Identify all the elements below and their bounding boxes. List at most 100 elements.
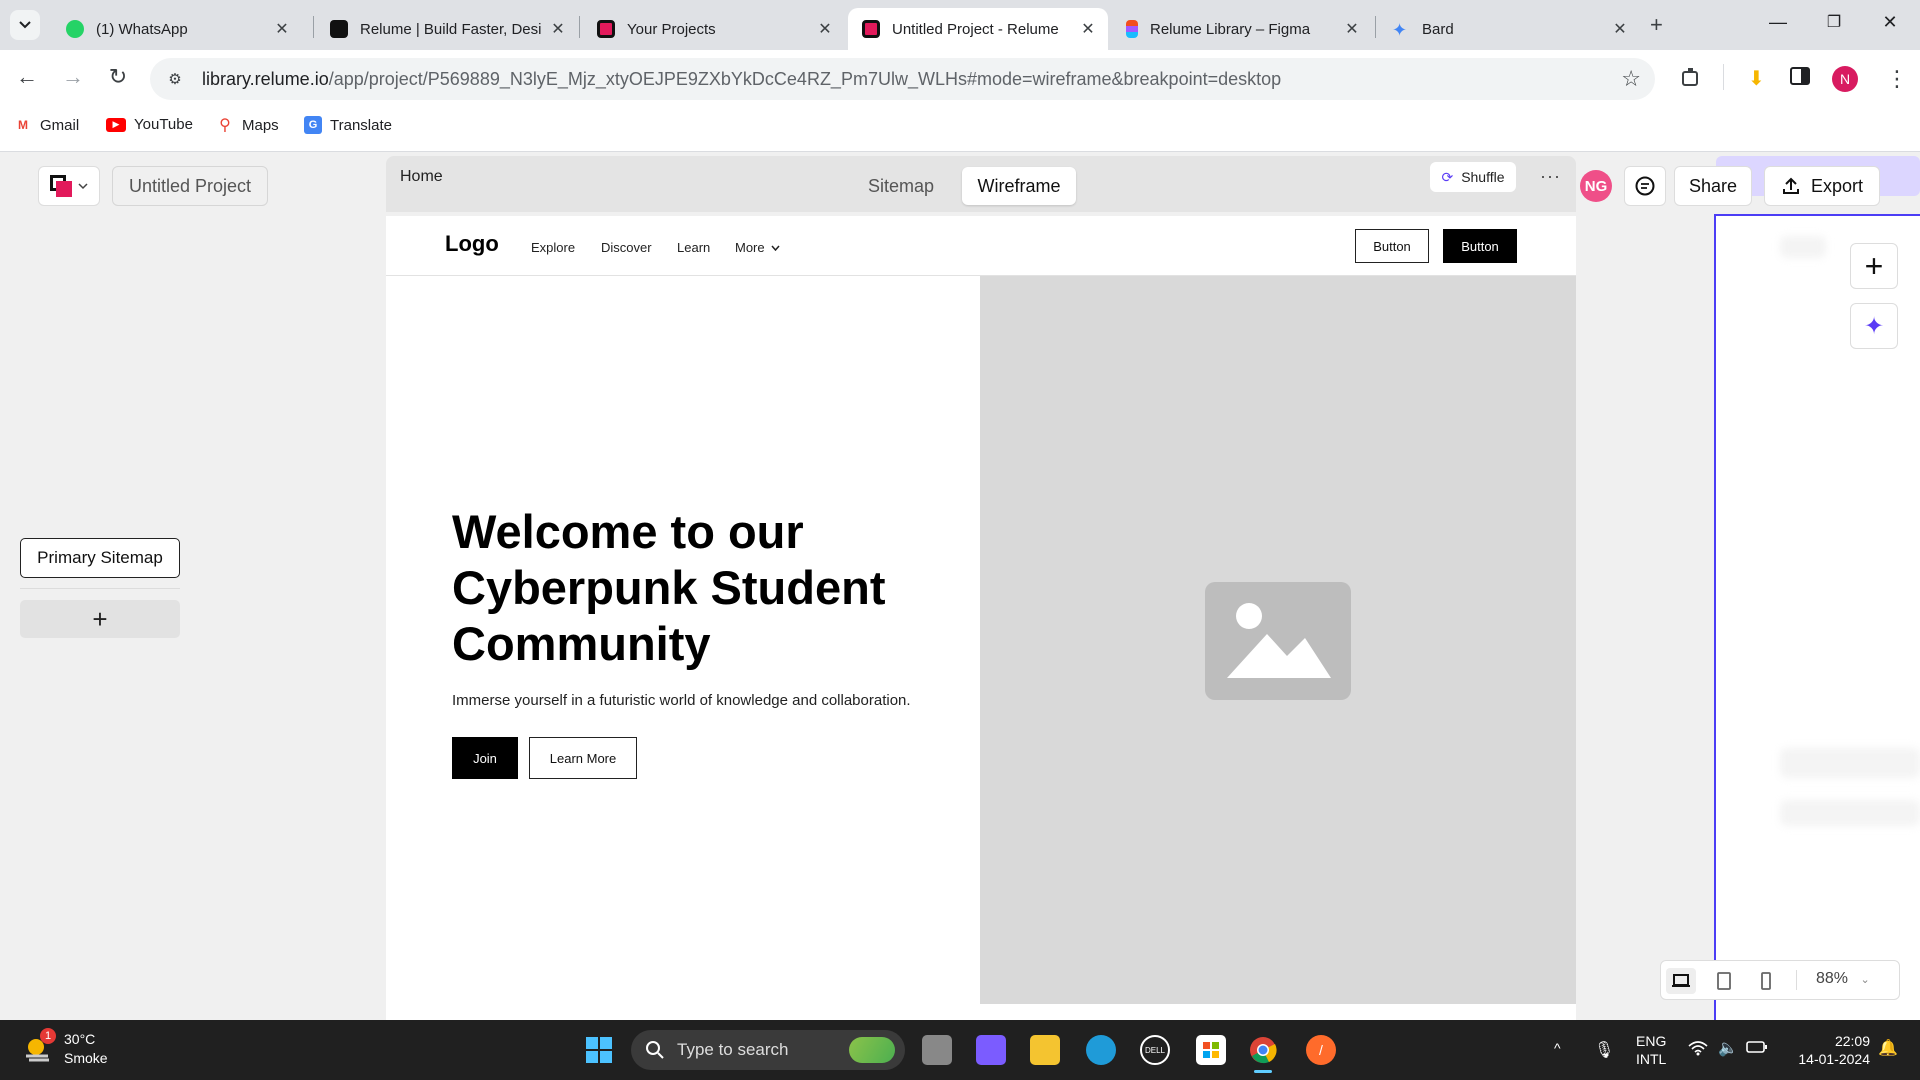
side-panel-icon[interactable] [1790,66,1810,92]
relume-icon [597,20,615,38]
share-button[interactable]: Share [1674,166,1752,206]
taskbar-search[interactable]: Type to search [631,1030,905,1070]
browser-tab[interactable]: ✦ Bard ✕ [1378,8,1640,50]
download-icon[interactable]: ⬇ [1748,66,1765,91]
close-icon[interactable]: ✕ [1610,19,1630,39]
back-icon[interactable]: ← [12,64,42,90]
microsoft-store-icon[interactable] [1196,1035,1226,1065]
dell-icon[interactable]: DELL [1140,1035,1170,1065]
tablet-breakpoint-icon[interactable] [1709,968,1739,994]
plus-icon: + [1864,247,1884,284]
teams-chat-icon[interactable] [976,1035,1006,1065]
file-explorer-icon[interactable] [1030,1035,1060,1065]
close-icon[interactable]: ✕ [1342,19,1362,39]
more-options-icon[interactable]: ··· [1540,166,1561,187]
wifi-icon[interactable] [1688,1040,1708,1059]
close-icon[interactable]: ✕ [815,19,835,39]
browser-tab[interactable]: (1) WhatsApp ✕ [52,8,302,50]
join-button[interactable]: Join [452,737,518,779]
bookmark-translate[interactable]: G Translate [304,116,392,134]
site-settings-icon[interactable]: ⚙ [162,66,188,92]
nav-primary-button[interactable]: Button [1443,229,1517,263]
edge-icon[interactable] [1086,1035,1116,1065]
bookmarks-bar [0,108,1920,152]
chevron-up-icon[interactable]: ^ [1554,1040,1561,1056]
project-name[interactable]: Untitled Project [112,166,268,206]
browser-tab-active[interactable]: Untitled Project - Relume ✕ [848,8,1108,50]
restore-icon[interactable]: ❐ [1814,12,1854,32]
nav-link-learn[interactable]: Learn [677,240,710,255]
volume-icon[interactable]: 🔈 [1718,1038,1738,1058]
desktop-breakpoint-icon[interactable] [1666,968,1696,994]
chrome-icon[interactable] [1248,1035,1278,1065]
primary-sitemap-button[interactable]: Primary Sitemap [20,538,180,578]
nav-link-discover[interactable]: Discover [601,240,652,255]
url-path: /app/project/P569889_N3lyE_Mjz_xtyOEJPE9… [328,68,1282,89]
app-menu-button[interactable] [38,166,100,206]
app-icon[interactable]: / [1306,1035,1336,1065]
weather-widget[interactable]: 30°C Smoke [64,1030,108,1068]
sidebar-divider [20,588,180,589]
comments-button[interactable] [1624,166,1666,206]
youtube-icon: ▶ [106,117,126,132]
wireframe-logo: Logo [445,231,499,256]
window-close-icon[interactable]: ✕ [1870,12,1910,33]
browser-tab[interactable]: Relume Library – Figma ✕ [1112,8,1372,50]
tab-sitemap[interactable]: Sitemap [845,167,957,205]
mobile-breakpoint-icon[interactable] [1751,968,1781,994]
close-icon[interactable]: ✕ [1078,19,1098,39]
search-icon [646,1041,664,1059]
ai-generate-button[interactable]: ✦ [1850,303,1898,349]
nav-link-explore[interactable]: Explore [531,240,575,255]
notification-bell-icon[interactable]: 🔔 [1878,1038,1898,1058]
zoom-level[interactable]: 88% ⌄ [1816,970,1870,988]
export-button[interactable]: Export [1764,166,1880,206]
tab-separator [579,16,580,38]
nav-secondary-button[interactable]: Button [1355,229,1429,263]
whatsapp-icon [66,20,84,38]
image-placeholder-icon [1205,582,1351,700]
task-view-icon[interactable] [922,1035,952,1065]
browser-tab[interactable]: Your Projects ✕ [583,8,845,50]
bookmark-gmail[interactable]: M Gmail [14,116,79,134]
extensions-icon[interactable] [1680,66,1702,94]
relume-icon [862,20,880,38]
bookmark-star-icon[interactable]: ☆ [1621,66,1641,92]
user-avatar[interactable]: NG [1580,170,1612,202]
browser-menu-icon[interactable]: ⋮ [1886,66,1908,92]
relume-icon [330,20,348,38]
bookmark-youtube[interactable]: ▶ YouTube [106,116,193,133]
close-icon[interactable]: ✕ [272,19,292,39]
blurred-preview [1780,800,1920,826]
maps-icon: ⚲ [219,117,231,134]
translate-icon: G [304,116,322,134]
system-clock[interactable]: 22:09 14-01-2024 [1786,1032,1870,1068]
address-bar[interactable]: ⚙ library.relume.io/app/project/P569889_… [150,58,1655,100]
close-icon[interactable]: ✕ [548,19,568,39]
comment-icon [1635,176,1655,196]
battery-icon[interactable] [1746,1040,1768,1057]
forward-icon[interactable]: → [58,64,88,90]
browser-tab[interactable]: Relume | Build Faster, Desi ✕ [316,8,578,50]
profile-avatar[interactable]: N [1832,66,1858,92]
page-name-label[interactable]: Home [400,168,443,186]
tab-wireframe[interactable]: Wireframe [962,167,1076,205]
nav-link-more[interactable]: More [735,240,780,255]
microphone-icon[interactable]: 🎙 [1594,1040,1614,1060]
windows-start-icon[interactable] [584,1035,614,1065]
add-section-button[interactable]: + [1850,243,1898,289]
language-indicator[interactable]: ENG INTL [1636,1032,1666,1068]
chevron-down-icon [771,245,780,251]
learn-more-button[interactable]: Learn More [529,737,637,779]
chevron-down-icon [19,21,31,29]
shuffle-button[interactable]: ⟳ Shuffle [1430,162,1516,192]
reload-icon[interactable]: ↻ [103,64,133,90]
tab-search-button[interactable] [10,10,40,40]
bookmark-maps[interactable]: ⚲ Maps [216,116,279,135]
upload-icon [1782,177,1799,194]
add-sitemap-button[interactable]: + [20,600,180,638]
minimize-icon[interactable]: — [1758,12,1798,33]
gmail-icon: M [18,118,28,132]
new-tab-button[interactable]: + [1650,12,1663,38]
weather-badge: 1 [40,1028,56,1044]
